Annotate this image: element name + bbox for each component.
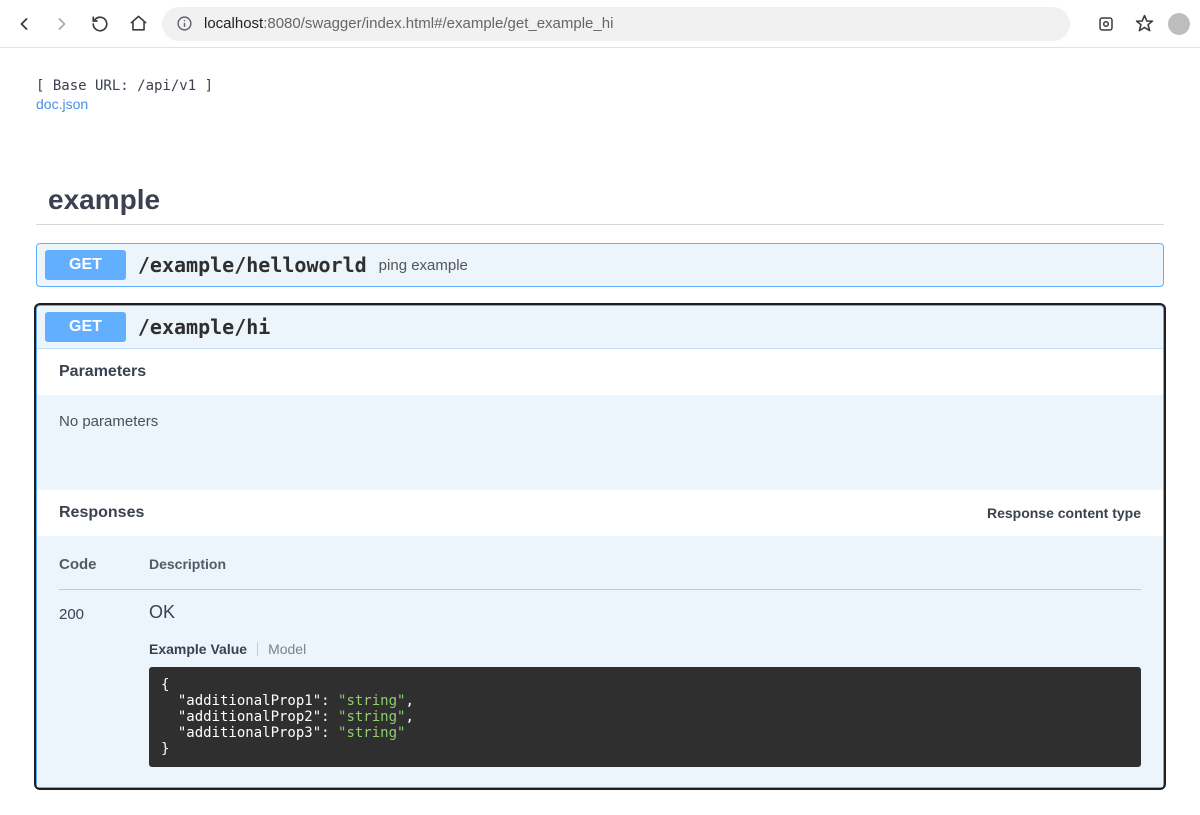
- url-text: localhost:8080/swagger/index.html#/examp…: [204, 15, 613, 32]
- address-bar[interactable]: localhost:8080/swagger/index.html#/examp…: [162, 7, 1070, 41]
- operation-helloworld[interactable]: GET /example/helloworld ping example: [36, 243, 1164, 287]
- code-column-header: Code: [59, 556, 149, 573]
- tag-heading[interactable]: example: [36, 184, 1164, 216]
- back-button[interactable]: [10, 10, 38, 38]
- operation-body: Parameters No parameters Responses Respo…: [37, 348, 1163, 787]
- operation-summary: ping example: [379, 257, 468, 274]
- profile-avatar[interactable]: [1168, 13, 1190, 35]
- url-host: localhost: [204, 15, 263, 32]
- swagger-page: [ Base URL: /api/v1 ] doc.json example G…: [0, 48, 1200, 815]
- response-tabs: Example Value Model: [149, 641, 1141, 657]
- operation-header[interactable]: GET /example/helloworld ping example: [37, 244, 1163, 286]
- http-method-badge: GET: [45, 250, 126, 280]
- reload-button[interactable]: [86, 10, 114, 38]
- parameters-heading-bar: Parameters: [37, 349, 1163, 395]
- tag-divider: [36, 224, 1164, 225]
- operation-path: /example/hi: [138, 315, 270, 339]
- bookmark-star-icon[interactable]: [1130, 10, 1158, 38]
- doc-json-link[interactable]: doc.json: [36, 96, 88, 112]
- responses-body: Code Description 200 OK Example Value Mo…: [37, 536, 1163, 787]
- site-info-icon[interactable]: [176, 15, 194, 32]
- no-parameters-text: No parameters: [37, 395, 1163, 490]
- browser-toolbar: localhost:8080/swagger/index.html#/examp…: [0, 0, 1200, 48]
- operation-hi[interactable]: GET /example/hi Parameters No parameters…: [36, 305, 1164, 788]
- base-url-text: [ Base URL: /api/v1 ]: [36, 78, 1164, 94]
- url-path: :8080/swagger/index.html#/example/get_ex…: [263, 15, 613, 32]
- operation-header[interactable]: GET /example/hi: [37, 306, 1163, 348]
- forward-button[interactable]: [48, 10, 76, 38]
- tab-model[interactable]: Model: [268, 641, 306, 657]
- example-json-block[interactable]: { "additionalProp1": "string", "addition…: [149, 667, 1141, 767]
- responses-heading: Responses: [59, 504, 144, 522]
- response-code: 200: [59, 602, 149, 623]
- responses-table-head: Code Description: [59, 556, 1141, 590]
- home-button[interactable]: [124, 10, 152, 38]
- response-description: OK: [149, 602, 1141, 623]
- responses-heading-bar: Responses Response content type: [37, 490, 1163, 536]
- tab-separator: [257, 642, 258, 656]
- description-column-header: Description: [149, 556, 1141, 573]
- operation-path: /example/helloworld: [138, 253, 367, 277]
- tab-example-value[interactable]: Example Value: [149, 641, 247, 657]
- http-method-badge: GET: [45, 312, 126, 342]
- lens-icon[interactable]: [1092, 10, 1120, 38]
- response-row: 200 OK Example Value Model { "additional…: [59, 602, 1141, 767]
- parameters-heading: Parameters: [59, 363, 146, 381]
- response-content-type-label: Response content type: [987, 505, 1141, 521]
